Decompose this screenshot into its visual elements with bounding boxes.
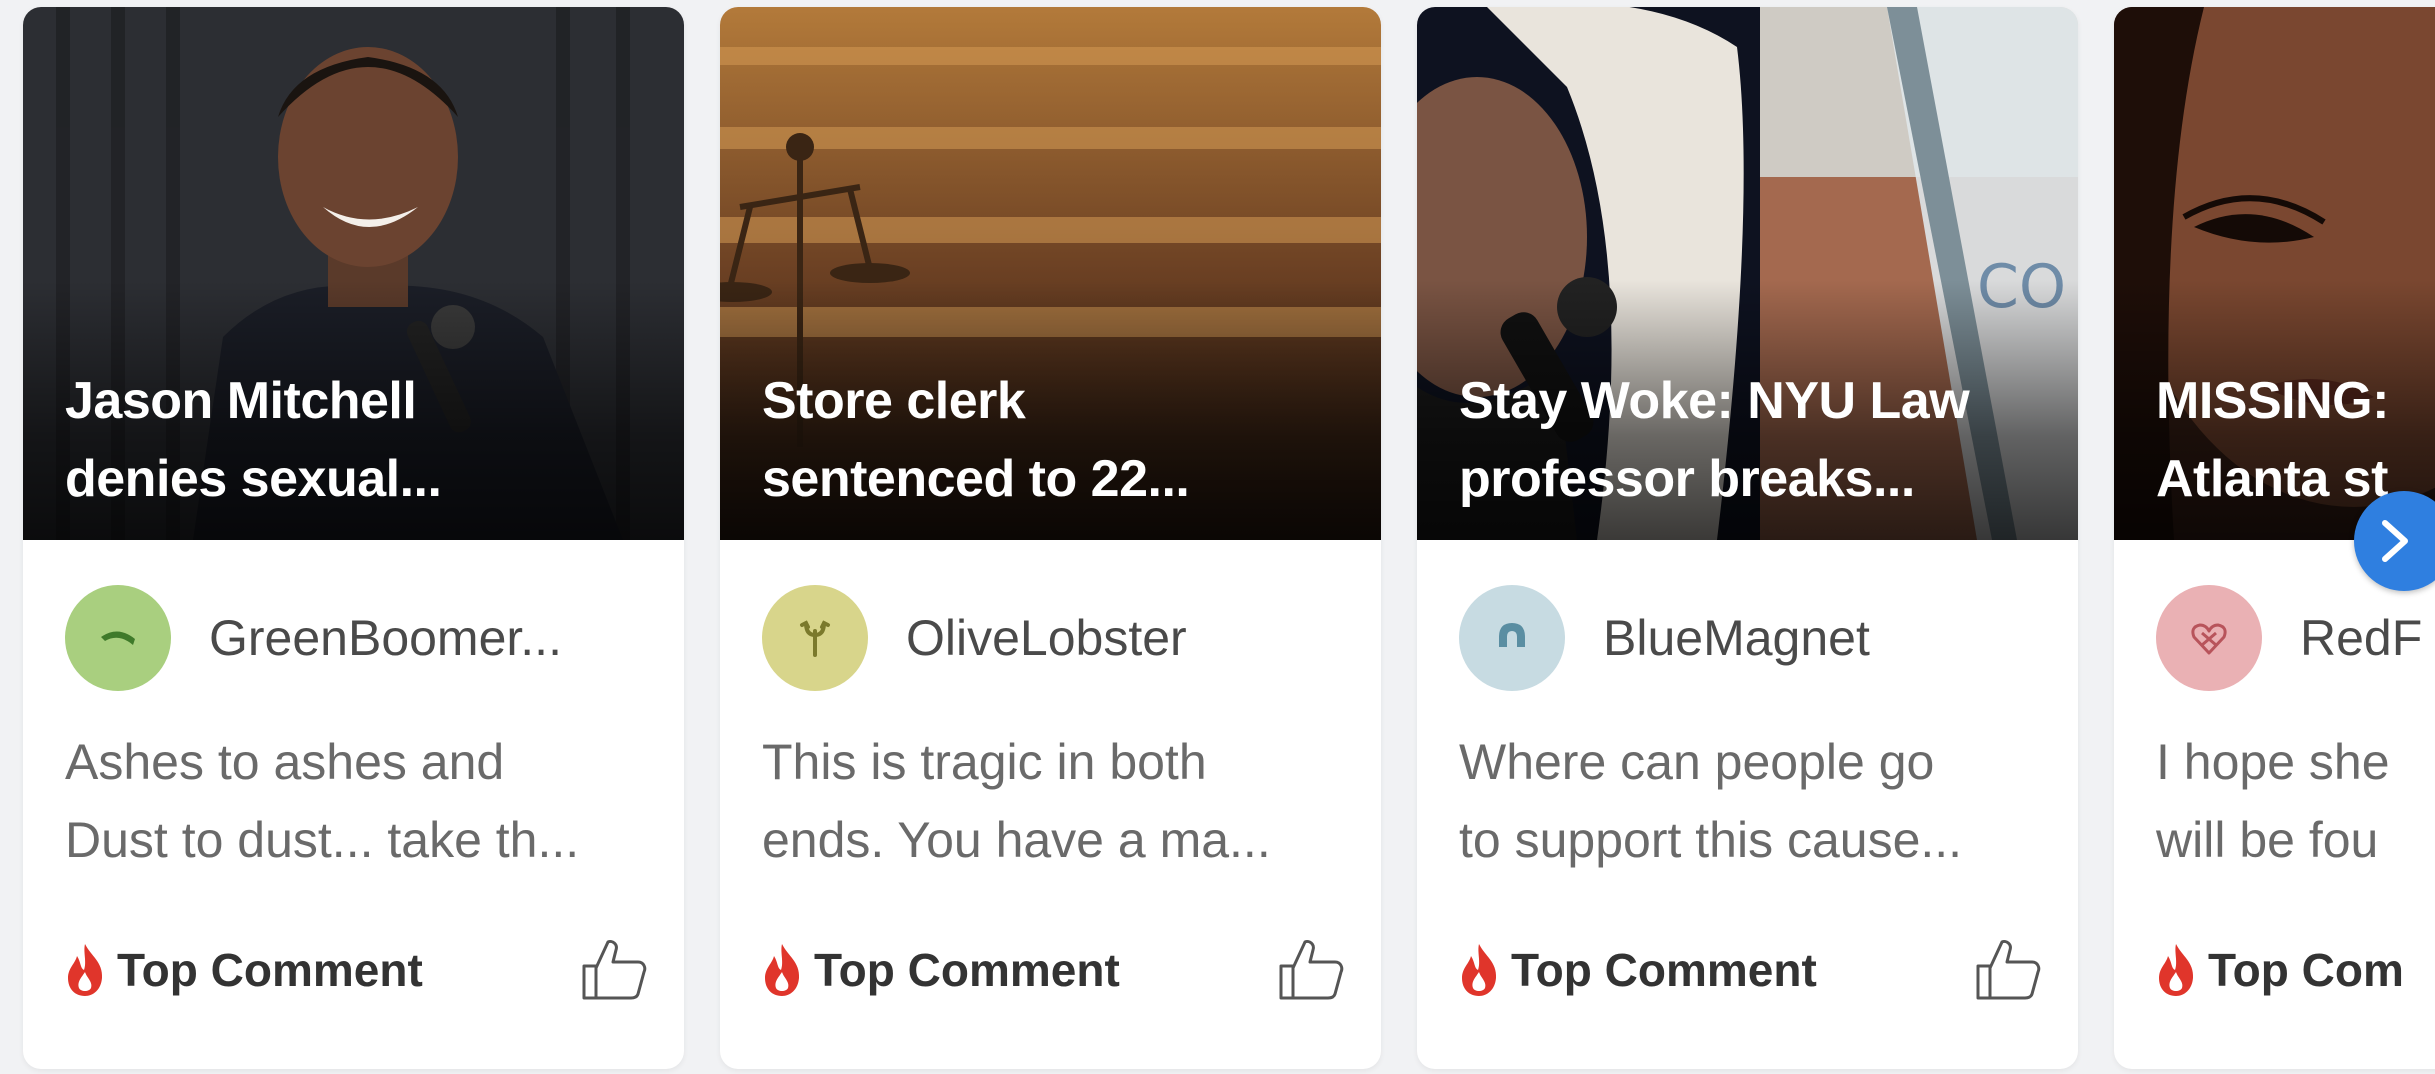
comment-author: BlueMagnet: [1459, 585, 1870, 691]
top-comment-label: Top Com: [2208, 944, 2404, 996]
thumbs-up-icon[interactable]: [580, 936, 648, 1004]
article-card[interactable]: Store clerk sentenced to 22... OliveLobs…: [720, 7, 1381, 1069]
fire-icon: [1462, 944, 1497, 996]
thumbs-up-icon[interactable]: [1974, 936, 2042, 1004]
chevron-right-icon: [2382, 520, 2408, 562]
heart-pretzel-icon[interactable]: [2156, 585, 2262, 691]
card-footer: Top Comment: [762, 932, 1345, 1008]
top-comment-label: Top Comment: [117, 944, 423, 996]
card-footer: Top Comment: [65, 932, 648, 1008]
article-image[interactable]: MISSING: Atlanta st: [2114, 7, 2435, 540]
top-comment-label: Top Comment: [814, 944, 1120, 996]
article-image[interactable]: Store clerk sentenced to 22...: [720, 7, 1381, 540]
fire-icon: [765, 944, 800, 996]
article-headline[interactable]: Stay Woke: NYU Law professor breaks...: [1459, 362, 2048, 518]
comment-author: RedF: [2156, 585, 2422, 691]
carousel-track: Jason Mitchell denies sexual... GreenBoo…: [0, 0, 2435, 1074]
comment-snippet[interactable]: Where can people go to support this caus…: [1459, 723, 2048, 879]
article-card[interactable]: CO Stay Woke: NYU Law professor breaks..…: [1417, 7, 2078, 1069]
fire-icon: [2159, 944, 2194, 996]
article-carousel: Jason Mitchell denies sexual... GreenBoo…: [0, 0, 2435, 1074]
author-name[interactable]: BlueMagnet: [1603, 609, 1870, 667]
author-name[interactable]: OliveLobster: [906, 609, 1187, 667]
article-headline[interactable]: Jason Mitchell denies sexual...: [65, 362, 654, 518]
article-image[interactable]: CO Stay Woke: NYU Law professor breaks..…: [1417, 7, 2078, 540]
comment-snippet[interactable]: Ashes to ashes and Dust to dust... take …: [65, 723, 654, 879]
article-image[interactable]: Jason Mitchell denies sexual...: [23, 7, 684, 540]
comment-author: OliveLobster: [762, 585, 1187, 691]
author-name[interactable]: GreenBoomer...: [209, 609, 562, 667]
card-footer: Top Comment: [1459, 932, 2042, 1008]
article-headline[interactable]: Store clerk sentenced to 22...: [762, 362, 1351, 518]
top-comment-label: Top Comment: [1511, 944, 1817, 996]
comment-snippet[interactable]: I hope she will be fou: [2156, 723, 2435, 879]
boomerang-icon[interactable]: [65, 585, 171, 691]
magnet-icon[interactable]: [1459, 585, 1565, 691]
thumbs-up-icon[interactable]: [1277, 936, 1345, 1004]
fire-icon: [68, 944, 103, 996]
author-name[interactable]: RedF: [2300, 609, 2422, 667]
card-footer: Top Com: [2156, 932, 2435, 1008]
article-card[interactable]: Jason Mitchell denies sexual... GreenBoo…: [23, 7, 684, 1069]
lobster-icon[interactable]: [762, 585, 868, 691]
comment-snippet[interactable]: This is tragic in both ends. You have a …: [762, 723, 1351, 879]
comment-author: GreenBoomer...: [65, 585, 562, 691]
